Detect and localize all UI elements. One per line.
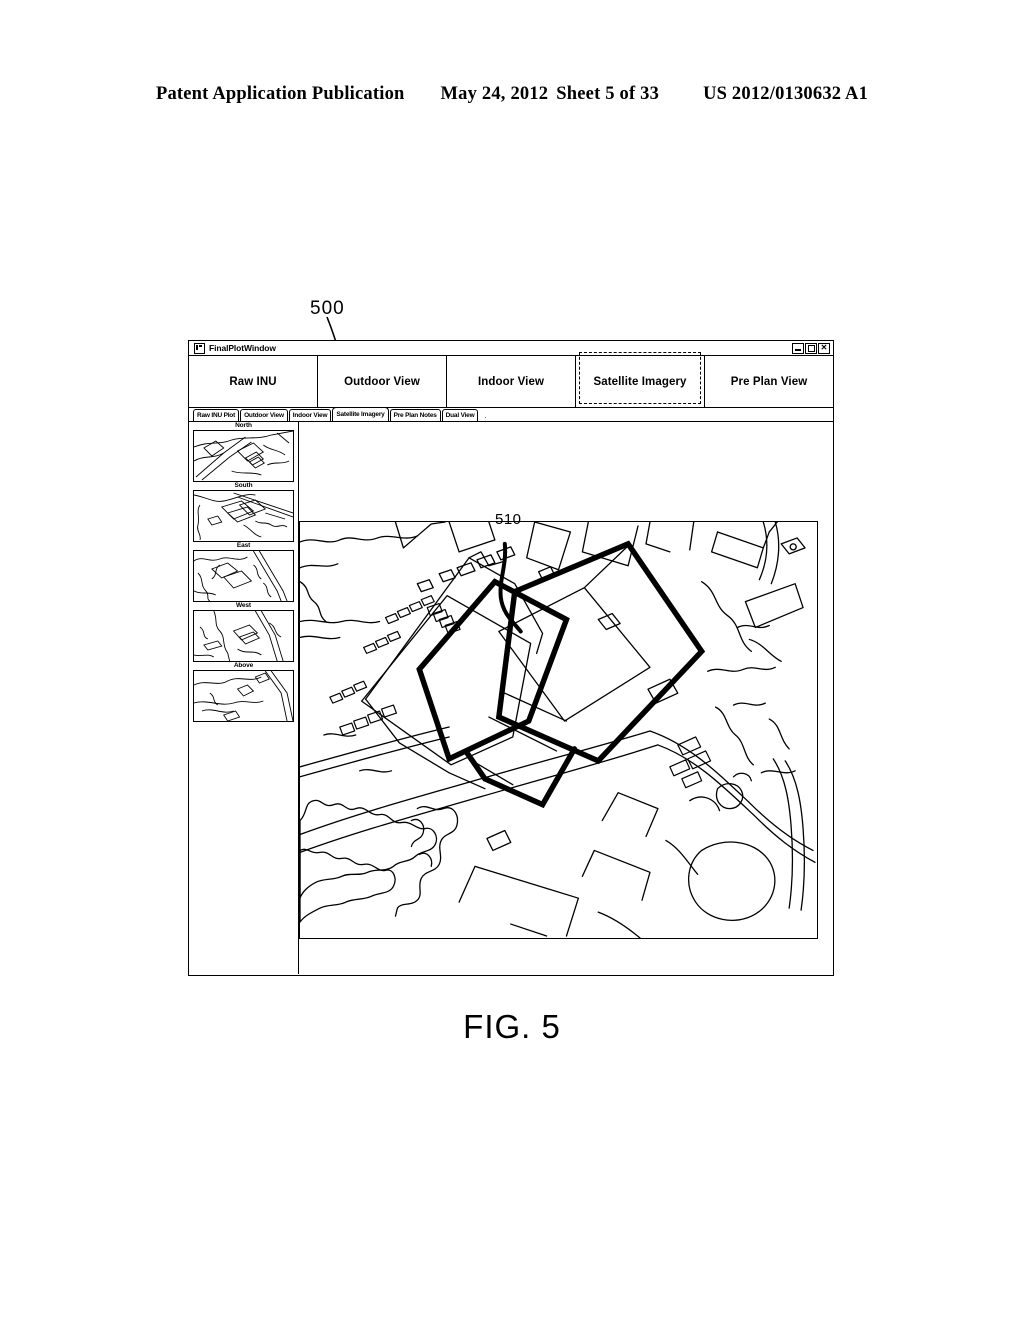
patent-publication-label: Patent Application Publication (155, 84, 405, 104)
maximize-button[interactable] (805, 342, 817, 354)
thumbnail-west[interactable]: West (193, 602, 294, 662)
window-controls: ✕ (792, 342, 830, 354)
thumbnail-caption: East (236, 542, 251, 549)
thumbnail-image-above[interactable] (193, 670, 294, 722)
sub-tab-dual-view[interactable]: Dual View (441, 409, 479, 421)
main-tab-indoor-view[interactable]: Indoor View (447, 356, 576, 407)
workspace: North South East West Above 510 (189, 422, 833, 974)
view-thumbnail-panel: North South East West Above (189, 422, 299, 974)
window-title-bar[interactable]: FinalPlotWindow ✕ (189, 341, 833, 356)
thumbnail-east[interactable]: East (193, 542, 294, 602)
close-button[interactable]: ✕ (818, 342, 830, 354)
sub-tab-pre-plan-notes[interactable]: Pre Plan Notes (389, 409, 441, 421)
thumbnail-above[interactable]: Above (193, 662, 294, 722)
window-title: FinalPlotWindow (209, 343, 276, 353)
figure-caption: FIG. 5 (463, 1008, 561, 1045)
satellite-imagery-map[interactable] (299, 521, 818, 939)
thumbnail-image-east[interactable] (193, 550, 294, 602)
thumbnail-caption: South (234, 482, 253, 489)
sub-tab-strip: Raw INU Plot Outdoor View Indoor View Sa… (189, 407, 833, 422)
main-tab-label: Outdoor View (344, 375, 420, 388)
sub-tab-satellite-imagery[interactable]: Satellite Imagery (332, 407, 389, 421)
final-plot-window: FinalPlotWindow ✕ Raw INU Outdoor View I… (188, 340, 834, 976)
callout-510-label: 510 (495, 511, 522, 528)
sub-tab-indoor-view[interactable]: Indoor View (288, 409, 332, 421)
main-tab-pre-plan-view[interactable]: Pre Plan View (705, 356, 833, 407)
thumbnail-image-south[interactable] (193, 490, 294, 542)
thumbnail-image-north[interactable] (193, 430, 294, 482)
minimize-button[interactable] (792, 342, 804, 354)
main-tab-label: Raw INU (229, 375, 277, 388)
thumbnail-image-west[interactable] (193, 610, 294, 662)
sub-tab-raw-inu-plot[interactable]: Raw INU Plot (193, 409, 240, 421)
thumbnail-caption: West (235, 602, 251, 609)
patent-date: May 24, 2012 (440, 84, 549, 104)
patent-header: Patent Application Publication May 24, 2… (0, 84, 1024, 105)
main-tab-label: Satellite Imagery (593, 375, 687, 388)
window-grid-icon (194, 342, 205, 354)
patent-publication-number: US 2012/0130632 A1 (703, 84, 869, 104)
main-tab-outdoor-view[interactable]: Outdoor View (318, 356, 447, 407)
sub-tab-strip-trailing-mark: . (484, 413, 487, 420)
sub-tab-outdoor-view[interactable]: Outdoor View (240, 409, 288, 421)
main-tab-label: Indoor View (477, 375, 545, 388)
thumbnail-caption: North (235, 422, 252, 429)
thumbnail-south[interactable]: South (193, 482, 294, 542)
map-viewer: 510 (299, 422, 833, 974)
patent-sheet-number: Sheet 5 of 33 (556, 84, 660, 104)
main-view-buttons: Raw INU Outdoor View Indoor View Satelli… (189, 352, 833, 408)
main-tab-raw-inu[interactable]: Raw INU (189, 356, 318, 407)
main-tab-label: Pre Plan View (730, 375, 808, 388)
main-tab-satellite-imagery[interactable]: Satellite Imagery (576, 352, 705, 407)
thumbnail-north[interactable]: North (193, 422, 294, 482)
thumbnail-caption: Above (233, 662, 254, 669)
